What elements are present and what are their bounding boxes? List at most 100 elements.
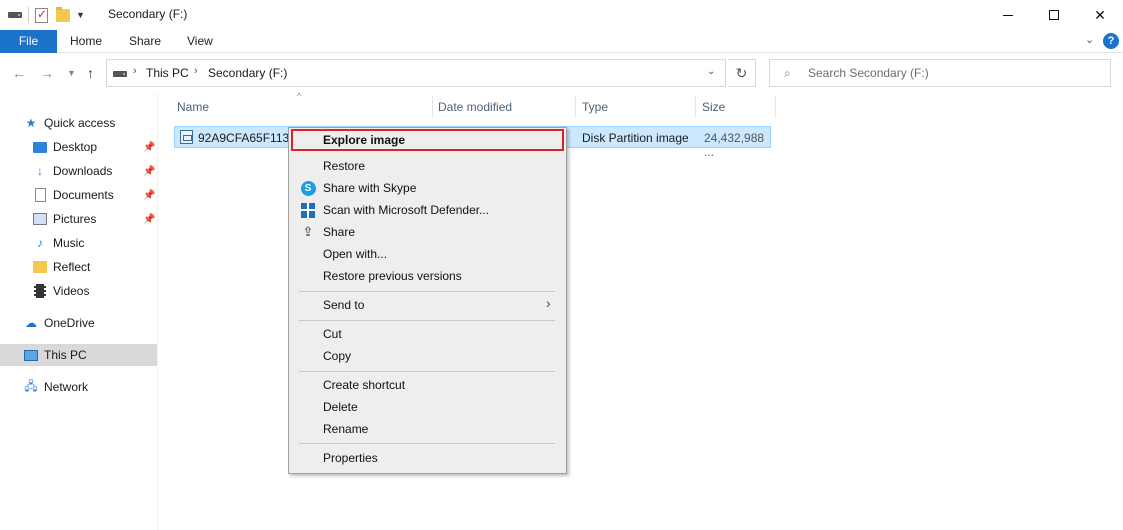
menu-item-share[interactable]: ⇪ Share — [291, 221, 564, 243]
pin-icon[interactable]: 📌 — [143, 214, 155, 225]
sidebar-item-documents[interactable]: Documents 📌 — [0, 184, 157, 206]
toolbar-divider — [28, 7, 29, 23]
menu-item-cut[interactable]: Cut — [291, 323, 564, 345]
sidebar-item-this-pc[interactable]: This PC — [0, 344, 157, 366]
refresh-button[interactable]: ↻ — [728, 59, 756, 87]
tab-view[interactable]: View — [187, 30, 213, 53]
pin-icon[interactable]: 📌 — [143, 142, 155, 153]
column-divider[interactable] — [575, 96, 576, 118]
menu-item-share-with-skype[interactable]: S Share with Skype — [291, 177, 564, 199]
sort-ascending-icon: ^ — [297, 91, 302, 101]
sidebar-item-label: Network — [44, 380, 89, 394]
pictures-icon — [33, 212, 47, 226]
column-divider[interactable] — [695, 96, 696, 118]
sidebar-item-label: Reflect — [53, 260, 91, 274]
recent-locations-icon[interactable]: ▼ — [67, 68, 76, 78]
network-icon: 🖧 — [24, 378, 38, 393]
menu-item-label: Open with... — [323, 247, 388, 261]
sidebar-item-label: Downloads — [53, 164, 113, 178]
menu-item-delete[interactable]: Delete — [291, 396, 564, 418]
menu-item-label: Restore — [323, 159, 366, 173]
maximize-button[interactable] — [1031, 0, 1077, 30]
menu-item-create-shortcut[interactable]: Create shortcut — [291, 374, 564, 396]
minimize-button[interactable] — [985, 0, 1031, 30]
minimize-icon — [1003, 14, 1013, 16]
menu-item-restore[interactable]: Restore — [291, 155, 564, 177]
sidebar-item-downloads[interactable]: ↓ Downloads 📌 — [0, 160, 157, 182]
drive-icon[interactable] — [8, 12, 22, 18]
menu-item-rename[interactable]: Rename — [291, 418, 564, 440]
close-button[interactable]: ✕ — [1077, 0, 1123, 30]
menu-item-label: Properties — [323, 451, 378, 465]
column-divider[interactable] — [432, 96, 433, 118]
sidebar-item-videos[interactable]: Videos — [0, 280, 157, 302]
chevron-right-icon[interactable]: › — [194, 65, 198, 77]
menu-item-send-to[interactable]: Send to › — [291, 294, 564, 316]
menu-item-copy[interactable]: Copy — [291, 345, 564, 367]
sidebar-item-label: Documents — [53, 188, 114, 202]
help-icon[interactable]: ? — [1103, 33, 1119, 49]
up-arrow-icon[interactable]: ↑ — [87, 65, 94, 81]
menu-item-label: Explore image — [323, 133, 406, 147]
menu-item-explore-image[interactable]: Explore image — [291, 129, 564, 151]
sidebar-item-network[interactable]: 🖧 Network — [0, 376, 157, 398]
sidebar-item-label: OneDrive — [44, 316, 95, 330]
column-header-name[interactable]: Name — [177, 93, 209, 121]
menu-item-label: Copy — [323, 349, 352, 363]
window-title: Secondary (F:) — [108, 7, 188, 21]
back-arrow-icon[interactable]: ← — [12, 65, 26, 81]
ribbon-tabs: File Home Share View ⌄ ? — [0, 30, 1123, 53]
forward-arrow-icon[interactable]: → — [40, 65, 54, 81]
sidebar-item-desktop[interactable]: Desktop 📌 — [0, 136, 157, 158]
breadcrumb-secondary[interactable]: Secondary (F:) — [208, 66, 287, 80]
menu-item-scan-defender[interactable]: Scan with Microsoft Defender... — [291, 199, 564, 221]
search-input[interactable] — [808, 65, 1098, 81]
sidebar-item-quick-access[interactable]: ★ Quick access — [0, 112, 157, 134]
menu-divider — [299, 291, 555, 292]
sidebar-item-label: Music — [53, 236, 85, 250]
address-drive-icon — [113, 71, 127, 77]
new-folder-icon[interactable] — [56, 6, 70, 22]
sidebar-item-label: Quick access — [44, 116, 116, 130]
folder-icon — [33, 260, 47, 274]
tab-file[interactable]: File — [0, 30, 57, 53]
sidebar-item-pictures[interactable]: Pictures 📌 — [0, 208, 157, 230]
address-dropdown-icon[interactable]: ⌄ — [707, 66, 715, 77]
chevron-down-icon[interactable]: ⌄ — [1085, 33, 1094, 46]
pin-icon[interactable]: 📌 — [143, 166, 155, 177]
sidebar-item-onedrive[interactable]: ☁ OneDrive — [0, 312, 157, 334]
column-header-type[interactable]: Type — [582, 93, 608, 121]
pin-icon[interactable]: 📌 — [143, 190, 155, 201]
sidebar-item-label: Pictures — [53, 212, 97, 226]
menu-item-properties[interactable]: Properties — [291, 447, 564, 469]
search-icon: ⌕ — [784, 66, 791, 80]
sidebar-item-music[interactable]: ♪ Music — [0, 232, 157, 254]
search-box[interactable]: ⌕ — [769, 59, 1111, 87]
menu-item-label: Send to — [323, 298, 365, 312]
menu-item-label: Share with Skype — [323, 181, 417, 195]
tab-share[interactable]: Share — [129, 30, 161, 53]
address-bar[interactable]: › This PC › Secondary (F:) ⌄ — [106, 59, 726, 87]
column-divider[interactable] — [775, 96, 776, 118]
chevron-right-icon[interactable]: › — [133, 65, 137, 77]
star-icon: ★ — [25, 116, 37, 130]
menu-item-open-with[interactable]: Open with... — [291, 243, 564, 265]
music-note-icon: ♪ — [37, 236, 43, 250]
breadcrumb-this-pc[interactable]: This PC — [146, 66, 189, 80]
menu-item-restore-previous[interactable]: Restore previous versions — [291, 265, 564, 287]
column-header-date[interactable]: Date modified — [438, 93, 512, 121]
document-icon — [33, 188, 47, 202]
properties-icon[interactable] — [35, 7, 48, 23]
customize-toolbar-icon[interactable]: ▼ — [76, 10, 85, 20]
skype-icon: S — [300, 180, 316, 196]
file-size: 24,432,988 ... — [704, 131, 765, 159]
column-header-size[interactable]: Size — [702, 93, 725, 121]
menu-item-label: Cut — [323, 327, 342, 341]
tab-home[interactable]: Home — [70, 30, 102, 53]
desktop-icon — [33, 140, 47, 154]
computer-icon — [24, 348, 38, 362]
refresh-icon: ↻ — [735, 65, 748, 81]
sidebar-item-reflect[interactable]: Reflect — [0, 256, 157, 278]
chevron-right-icon: › — [546, 295, 551, 311]
file-type: Disk Partition image — [582, 131, 689, 145]
